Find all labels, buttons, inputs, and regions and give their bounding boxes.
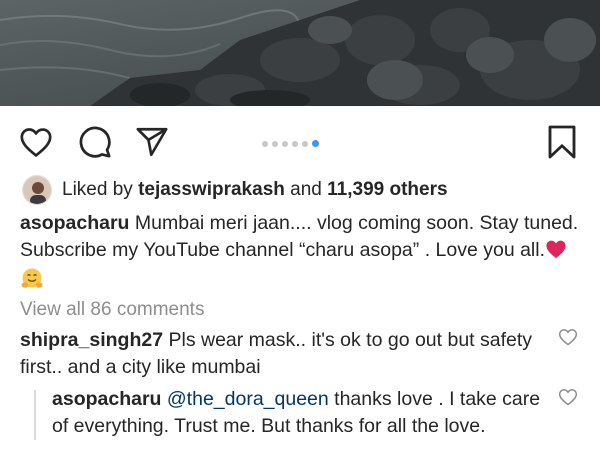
- comment-username[interactable]: shipra_singh27: [20, 329, 163, 351]
- likes-summary[interactable]: Liked by tejasswiprakash and 11,399 othe…: [22, 174, 448, 206]
- carousel-dot: [302, 140, 308, 147]
- hugging-face-emoji: [20, 267, 44, 299]
- heart-icon: [20, 128, 52, 157]
- carousel-dot: [282, 140, 288, 147]
- reply-mention[interactable]: @the_dora_queen: [167, 388, 329, 410]
- post-action-bar: [0, 106, 600, 174]
- liked-by-username[interactable]: tejasswiprakash: [138, 179, 285, 201]
- comment-reply-item: asopacharu @the_dora_queen thanks love .…: [52, 386, 547, 440]
- post-image[interactable]: [0, 0, 600, 106]
- likes-others[interactable]: 11,399 others: [327, 179, 447, 201]
- reply-username[interactable]: asopacharu: [52, 388, 161, 410]
- comment-item: shipra_singh27 Pls wear mask.. it's ok t…: [20, 327, 540, 381]
- red-heart-emoji: [545, 239, 567, 267]
- share-icon: [136, 127, 168, 157]
- carousel-dot: [312, 140, 319, 147]
- comment-button[interactable]: [77, 124, 113, 160]
- reply-like-button[interactable]: [558, 387, 578, 407]
- share-button[interactable]: [134, 124, 170, 160]
- heart-icon: [558, 329, 578, 346]
- post-caption: asopacharu Mumbai meri jaan.... vlog com…: [20, 210, 585, 299]
- comment-like-button[interactable]: [558, 327, 578, 347]
- carousel-dot: [292, 140, 298, 147]
- view-all-comments-link[interactable]: View all 86 comments: [20, 299, 204, 321]
- carousel-dot: [272, 140, 278, 147]
- likes-conjunction: and: [290, 179, 322, 200]
- caption-username[interactable]: asopacharu: [20, 212, 129, 234]
- heart-icon: [558, 389, 578, 406]
- save-button[interactable]: [544, 124, 580, 160]
- avatar[interactable]: [22, 175, 52, 205]
- carousel-indicator: [262, 140, 319, 147]
- reply-divider: [34, 390, 36, 440]
- likes-prefix: Liked by: [62, 179, 133, 200]
- like-button[interactable]: [18, 124, 54, 160]
- comment-icon: [79, 126, 111, 158]
- carousel-dot: [262, 140, 268, 147]
- bookmark-icon: [548, 125, 576, 159]
